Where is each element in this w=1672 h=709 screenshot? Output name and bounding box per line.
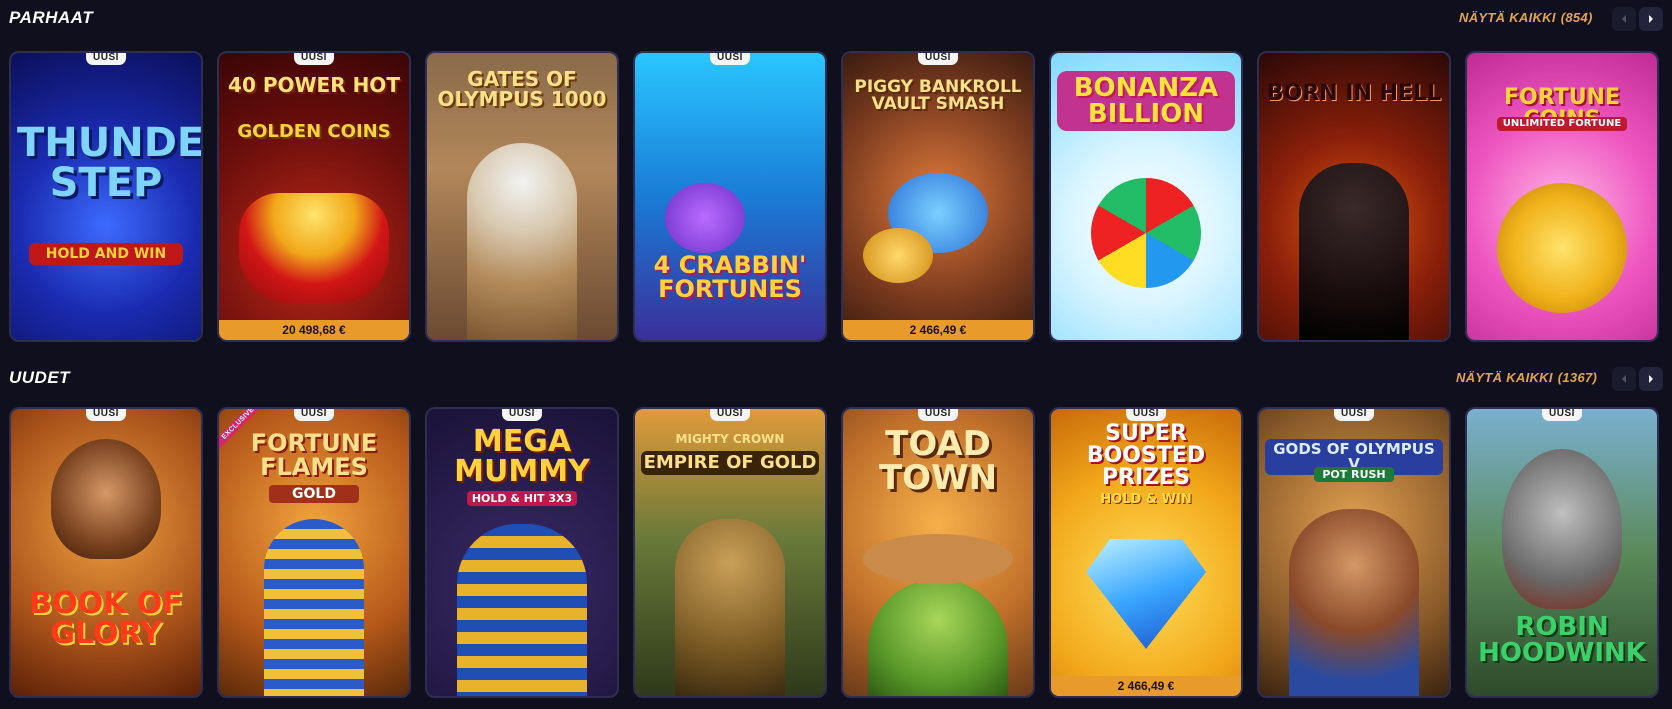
new-badge: UUSI — [710, 409, 750, 421]
game-tile[interactable]: UUSI MEGA MUMMY HOLD & HIT 3x3 — [425, 407, 619, 698]
section-title: UUDET — [9, 368, 71, 387]
game-title: EMPIRE OF GOLD — [641, 451, 819, 475]
game-subtitle: UNLIMITED FORTUNE — [1497, 117, 1627, 131]
pharaoh-image — [264, 519, 364, 696]
section-title: PARHAAT — [9, 8, 94, 27]
game-tile[interactable]: BORN IN HELL — [1257, 51, 1451, 342]
game-title: PIGGY BANKROLL VAULT SMASH — [854, 77, 1022, 114]
game-title: BONANZA BILLION — [1057, 71, 1235, 131]
game-title: BORN IN HELL — [1266, 81, 1442, 106]
new-badge: UUSI — [1126, 409, 1166, 421]
cowboy-hat-image — [863, 534, 1013, 584]
piggy-gold-image — [863, 228, 933, 283]
view-all-label: NÄYTÄ KAIKKI — [1456, 370, 1553, 385]
chevron-left-icon — [1622, 15, 1626, 23]
crab-image — [665, 183, 745, 253]
game-title: TOAD TOWN — [878, 424, 998, 498]
game-tile[interactable]: UUSI MIGHTY CROWN EMPIRE OF GOLD — [633, 407, 827, 698]
next-arrow-button[interactable] — [1639, 367, 1663, 391]
new-badge: UUSI — [918, 53, 958, 65]
game-title: THUNDER STEP — [17, 120, 203, 206]
gold-coin-image — [1497, 183, 1627, 313]
jackpot-amount: 20 498,68 € — [219, 320, 409, 340]
new-badge: UUSI — [294, 409, 334, 421]
new-badge: UUSI — [710, 53, 750, 65]
game-subtitle: HOLD & WIN — [1100, 492, 1192, 507]
adventurer-image — [51, 439, 161, 559]
rabbit-image — [1502, 449, 1622, 609]
game-title: 4 CRABBIN' FORTUNES — [653, 251, 807, 303]
zeus-image — [467, 143, 577, 340]
new-badge: UUSI — [86, 53, 126, 65]
game-title: MEGA MUMMY — [454, 424, 590, 489]
chevron-right-icon — [1649, 15, 1653, 23]
game-tile[interactable]: UUSI GODS OF OLYMPUS V POT RUSH — [1257, 407, 1451, 698]
game-tile[interactable]: FORTUNE COINS UNLIMITED FORTUNE — [1465, 51, 1659, 342]
game-subtitle: HOLD AND WIN — [29, 243, 183, 265]
game-tile[interactable]: UUSI 4 CRABBIN' FORTUNES — [633, 51, 827, 342]
view-all-link[interactable]: NÄYTÄ KAIKKI (1367) — [1456, 370, 1597, 385]
view-all-count: (1367) — [1557, 370, 1598, 385]
view-all-label: NÄYTÄ KAIKKI — [1459, 10, 1556, 25]
game-tile[interactable]: UUSI BOOK OF GLORY — [9, 407, 203, 698]
game-subtitle: GOLD — [269, 485, 359, 503]
section-uudet: UUDET NÄYTÄ KAIKKI (1367) UUSI BOOK OF GL… — [0, 360, 1672, 709]
view-all-link[interactable]: NÄYTÄ KAIKKI (854) — [1459, 10, 1593, 25]
jackpot-amount: 2 466,49 € — [1051, 676, 1241, 696]
next-arrow-button[interactable] — [1639, 7, 1663, 31]
game-title: GATES OF OLYMPUS 1000 — [437, 67, 607, 111]
game-title: 40 POWER HOT — [228, 73, 400, 97]
prev-arrow-button[interactable] — [1612, 367, 1636, 391]
game-subtitle: GOLDEN COINS — [237, 121, 391, 142]
view-all-count: (854) — [1560, 10, 1593, 25]
game-title: FORTUNE FLAMES — [250, 429, 378, 481]
game-tile[interactable]: GATES OF OLYMPUS 1000 — [425, 51, 619, 342]
game-subtitle: MIGHTY CROWN — [675, 432, 785, 446]
new-badge: UUSI — [918, 409, 958, 421]
new-badge: UUSI — [86, 409, 126, 421]
game-tile[interactable]: UUSI ROBIN HOODWINK — [1465, 407, 1659, 698]
game-title: SUPER BOOSTED PRIZES — [1086, 421, 1206, 490]
game-tile[interactable]: EXCLUSIVE UUSI FORTUNE FLAMES GOLD — [217, 407, 411, 698]
game-title: ROBIN HOODWINK — [1478, 612, 1646, 668]
jackpot-amount: 2 466,49 € — [843, 320, 1033, 340]
game-tile[interactable]: BONANZA BILLION — [1049, 51, 1243, 342]
game-tile[interactable]: UUSI 40 POWER HOT GOLDEN COINS 20 498,68… — [217, 51, 411, 342]
game-tile[interactable]: UUSI TOAD TOWN — [841, 407, 1035, 698]
chevron-left-icon — [1622, 375, 1626, 383]
new-badge: UUSI — [1334, 409, 1374, 421]
chevron-right-icon — [1649, 375, 1653, 383]
game-tile[interactable]: UUSI SUPER BOOSTED PRIZES HOLD & WIN 2 4… — [1049, 407, 1243, 698]
section-parhaat: PARHAAT NÄYTÄ KAIKKI (854) UUSI THUNDER S… — [0, 0, 1672, 345]
coin-pot-image — [239, 193, 389, 303]
game-tile[interactable]: UUSI PIGGY BANKROLL VAULT SMASH 2 466,49… — [841, 51, 1035, 342]
demon-image — [1299, 163, 1409, 340]
game-title: BOOK OF GLORY — [29, 586, 183, 651]
warrior-image — [675, 519, 785, 696]
game-subtitle: POT RUSH — [1314, 467, 1394, 482]
pinwheel-image — [1091, 178, 1201, 288]
new-badge: UUSI — [1542, 409, 1582, 421]
mummy-image — [457, 524, 587, 696]
god-image — [1289, 509, 1419, 696]
new-badge: UUSI — [502, 409, 542, 421]
game-tile[interactable]: UUSI THUNDER STEP HOLD AND WIN — [9, 51, 203, 342]
game-subtitle: HOLD & HIT 3x3 — [467, 491, 577, 506]
new-badge: UUSI — [294, 53, 334, 65]
prev-arrow-button[interactable] — [1612, 7, 1636, 31]
